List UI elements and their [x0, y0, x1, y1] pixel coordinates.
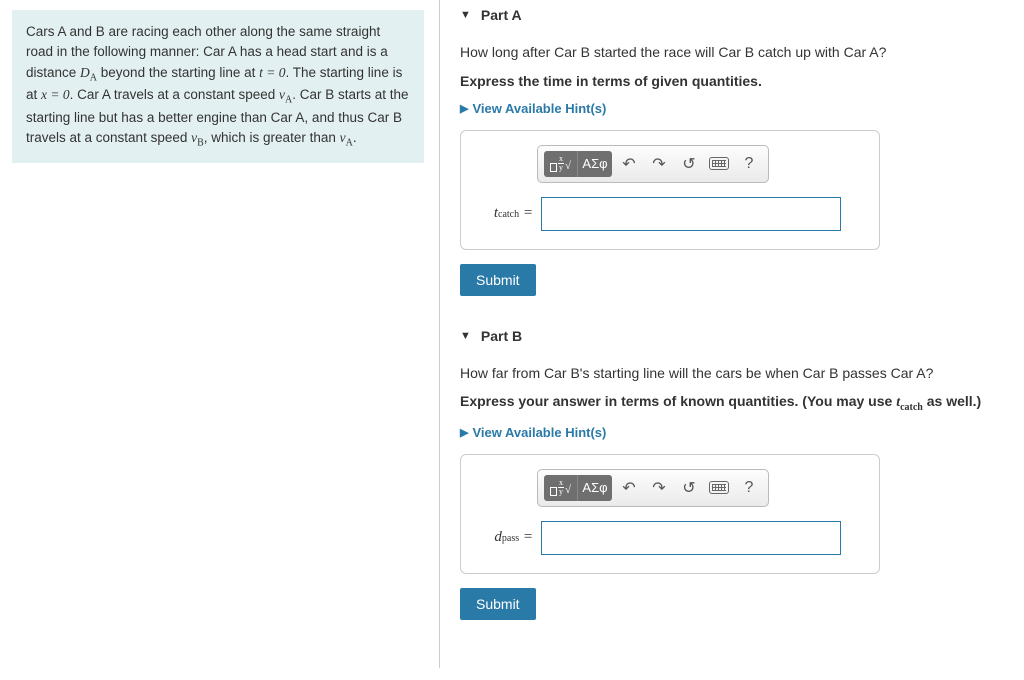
- math-template-group: xy√ ΑΣφ: [544, 151, 612, 177]
- var-vB: vB: [191, 130, 204, 145]
- part-a-title: Part A: [481, 7, 522, 23]
- left-column: Cars A and B are racing each other along…: [0, 0, 440, 668]
- right-column: ▼ Part A How long after Car B started th…: [440, 0, 1024, 668]
- var-t0: t = 0: [259, 65, 285, 80]
- help-icon[interactable]: ?: [736, 151, 762, 177]
- part-a-header[interactable]: ▼ Part A: [460, 3, 1014, 33]
- problem-text-4: . Car A travels at a constant speed: [70, 87, 279, 102]
- problem-text-7: .: [353, 130, 357, 145]
- caret-down-icon: ▼: [460, 330, 471, 342]
- undo-icon[interactable]: ↶: [616, 151, 642, 177]
- greek-button[interactable]: ΑΣφ: [578, 151, 612, 177]
- part-b-var-label: dpass =: [477, 529, 533, 546]
- problem-text-6: , which is greater than: [204, 130, 340, 145]
- part-b-hints-toggle[interactable]: ▶ View Available Hint(s): [460, 425, 1014, 440]
- redo-icon[interactable]: ↷: [646, 151, 672, 177]
- hints-label: View Available Hint(s): [472, 425, 606, 440]
- caret-down-icon: ▼: [460, 9, 471, 21]
- greek-button[interactable]: ΑΣφ: [578, 475, 612, 501]
- var-vA: vA: [279, 87, 292, 102]
- reset-icon[interactable]: ↺: [676, 151, 702, 177]
- hints-label: View Available Hint(s): [472, 101, 606, 116]
- var-DA: DA: [80, 65, 97, 80]
- math-template-group: xy√ ΑΣφ: [544, 475, 612, 501]
- part-b-answer-input[interactable]: [541, 521, 841, 555]
- part-a-submit-button[interactable]: Submit: [460, 264, 536, 296]
- part-a-var-label: tcatch =: [477, 205, 533, 222]
- part-a-answer-input[interactable]: [541, 197, 841, 231]
- part-b-instruction: Express your answer in terms of known qu…: [460, 393, 1014, 413]
- templates-button[interactable]: xy√: [544, 475, 578, 501]
- part-b-title: Part B: [481, 328, 522, 344]
- reset-icon[interactable]: ↺: [676, 475, 702, 501]
- part-a-question: How long after Car B started the race wi…: [460, 43, 1014, 63]
- keyboard-icon[interactable]: [706, 151, 732, 177]
- templates-button[interactable]: xy√: [544, 151, 578, 177]
- undo-icon[interactable]: ↶: [616, 475, 642, 501]
- part-b: ▼ Part B How far from Car B's starting l…: [460, 324, 1014, 620]
- equation-toolbar: xy√ ΑΣφ ↶ ↷ ↺ ?: [537, 469, 769, 507]
- part-a: ▼ Part A How long after Car B started th…: [460, 3, 1014, 296]
- equation-toolbar: xy√ ΑΣφ ↶ ↷ ↺ ?: [537, 145, 769, 183]
- var-vA2: vA: [340, 130, 353, 145]
- problem-text-2: beyond the starting line at: [97, 65, 259, 80]
- part-a-answer-box: xy√ ΑΣφ ↶ ↷ ↺ ? tcatch =: [460, 130, 880, 250]
- triangle-right-icon: ▶: [460, 426, 468, 439]
- part-b-answer-box: xy√ ΑΣφ ↶ ↷ ↺ ? dpass =: [460, 454, 880, 574]
- part-b-submit-button[interactable]: Submit: [460, 588, 536, 620]
- keyboard-icon[interactable]: [706, 475, 732, 501]
- triangle-right-icon: ▶: [460, 102, 468, 115]
- part-b-question: How far from Car B's starting line will …: [460, 364, 1014, 384]
- part-a-hints-toggle[interactable]: ▶ View Available Hint(s): [460, 101, 1014, 116]
- help-icon[interactable]: ?: [736, 475, 762, 501]
- var-x0: x = 0: [41, 87, 70, 102]
- redo-icon[interactable]: ↷: [646, 475, 672, 501]
- problem-statement: Cars A and B are racing each other along…: [12, 10, 424, 163]
- part-b-header[interactable]: ▼ Part B: [460, 324, 1014, 354]
- part-a-instruction: Express the time in terms of given quant…: [460, 73, 1014, 89]
